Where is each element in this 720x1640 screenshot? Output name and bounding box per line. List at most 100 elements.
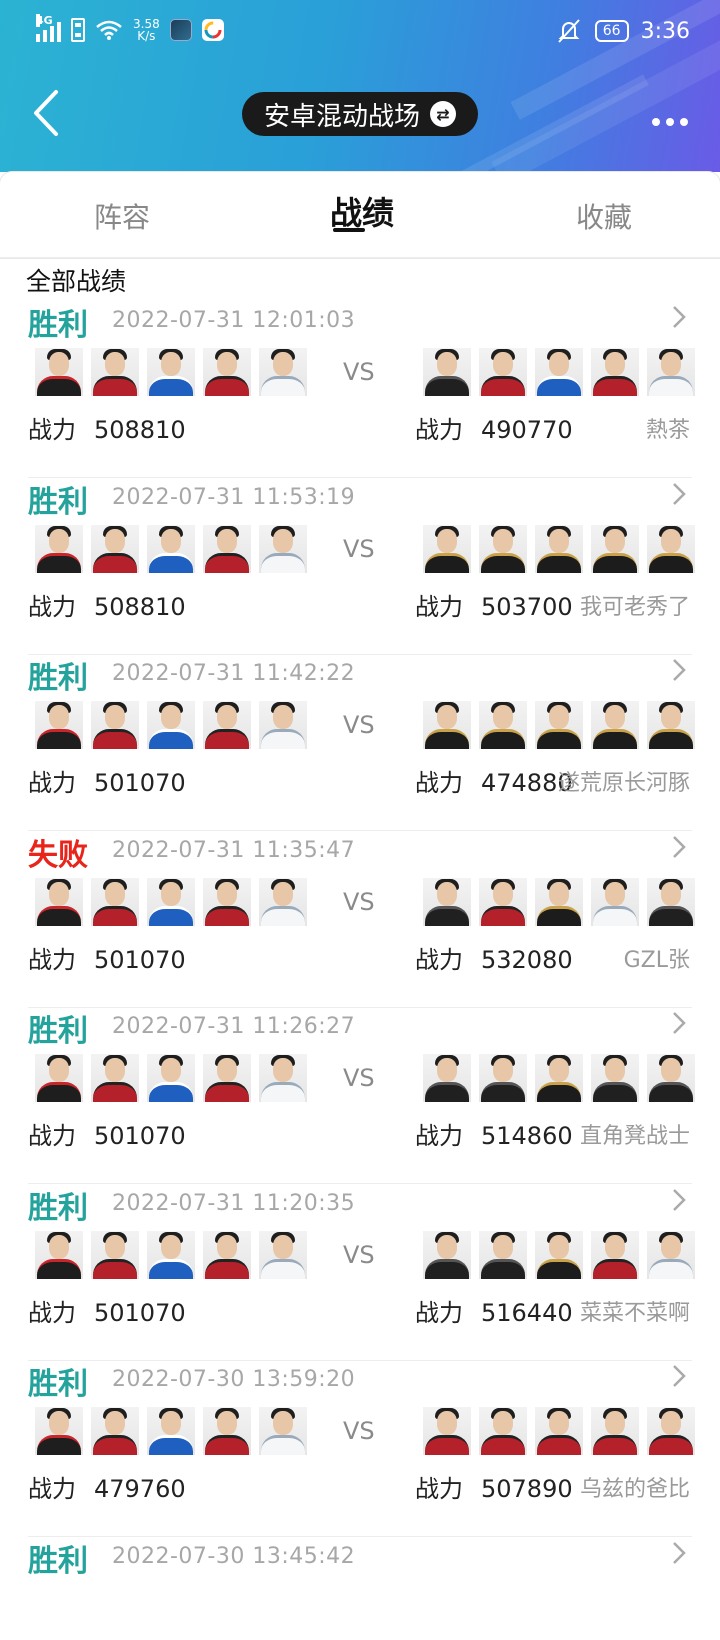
power-label: 战力	[415, 1475, 463, 1503]
player-avatar	[259, 701, 307, 749]
opponent-power: 战力 490770	[415, 410, 573, 445]
my-team-avatars	[35, 1230, 307, 1279]
match-row[interactable]: 胜利 2022-07-31 12:01:03 VS 战力 508810 战力 490770 熱…	[28, 294, 695, 478]
match-row[interactable]: 胜利 2022-07-31 11:42:22 VS 战力 501070 战力 474880 遂…	[28, 647, 695, 831]
player-avatar	[35, 877, 83, 926]
power-value: 508810	[94, 592, 186, 621]
tab-lineup[interactable]: 阵容	[94, 196, 150, 236]
player-avatar	[591, 348, 639, 396]
match-row[interactable]: 胜利 2022-07-31 11:53:19 VS 战力 508810 战力 503700 我…	[28, 471, 695, 655]
my-power: 战力 508810	[28, 410, 186, 445]
tab-favorites[interactable]: 收藏	[576, 196, 632, 236]
my-team-avatars	[35, 701, 307, 749]
status-bar: 4G 3.58 K/s 66 3:36	[36, 14, 690, 58]
player-avatar	[91, 1407, 139, 1455]
player-avatar	[535, 348, 583, 396]
player-avatar	[35, 1407, 83, 1455]
opponent-power: 战力 514860	[415, 1116, 573, 1151]
match-time: 2022-07-31 11:26:27	[112, 1014, 356, 1039]
opponent-player-name: 我可老秀了	[579, 594, 690, 620]
sim-icon	[71, 18, 85, 42]
player-avatar	[147, 1407, 195, 1455]
opponent-power: 战力 516440	[415, 1293, 573, 1328]
player-avatar	[423, 1054, 471, 1102]
opponent-player-name: 熱茶	[645, 418, 690, 443]
match-time: 2022-07-31 11:53:19	[112, 484, 356, 510]
match-row[interactable]: 失败 2022-07-31 11:35:47 VS 战力 501070 战力 532080 G…	[28, 824, 695, 1008]
my-team-avatars	[35, 348, 307, 396]
back-arrow-icon[interactable]	[30, 88, 70, 138]
player-avatar	[535, 1054, 583, 1102]
chevron-right-icon[interactable]	[668, 1361, 692, 1391]
chevron-right-icon[interactable]	[668, 832, 692, 862]
player-avatar	[647, 1054, 695, 1102]
match-row[interactable]: 胜利 2022-07-31 11:26:27 VS 战力 501070 战力 514860 直…	[28, 1000, 695, 1184]
player-avatar	[647, 701, 695, 749]
player-avatar	[423, 877, 471, 926]
power-label: 战力	[415, 1298, 463, 1327]
match-row[interactable]: 胜利 2022-07-30 13:45:42	[28, 1530, 692, 1640]
match-row[interactable]: 胜利 2022-07-31 11:20:35 VS 战力 501070 战力 516440 菜…	[28, 1177, 695, 1361]
power-label: 战力	[415, 769, 463, 797]
vs-label: VS	[343, 1417, 375, 1445]
mode-switcher[interactable]: 安卓混动战场 ⇄	[242, 92, 478, 136]
section-title: 全部战绩	[26, 267, 127, 296]
opponent-player-name: 直角凳战士	[579, 1124, 690, 1149]
my-team-avatars	[35, 1407, 307, 1455]
chevron-right-icon[interactable]	[668, 1185, 692, 1215]
chevron-right-icon[interactable]	[668, 655, 692, 685]
player-avatar	[91, 1230, 139, 1279]
player-avatar	[35, 701, 83, 749]
opponent-player-name: 遂荒原长河豚	[557, 771, 690, 796]
chevron-right-icon[interactable]	[668, 1538, 692, 1568]
clock: 3:36	[640, 18, 690, 44]
player-avatar	[259, 524, 307, 573]
power-label: 战力	[28, 592, 76, 621]
network-speed: 3.58 K/s	[133, 17, 160, 43]
player-avatar	[91, 1054, 139, 1102]
chevron-right-icon[interactable]	[668, 1008, 692, 1038]
chevron-right-icon[interactable]	[668, 302, 692, 332]
player-avatar	[535, 524, 583, 573]
header-bar: 4G 3.58 K/s 66 3:36 安卓混动战场 ⇄	[0, 0, 720, 172]
player-avatar	[535, 701, 583, 749]
player-avatar	[591, 1230, 639, 1279]
opponent-player-name: GZL张	[623, 947, 690, 973]
power-value: 479760	[94, 1475, 186, 1503]
my-power: 战力 501070	[28, 763, 186, 798]
player-avatar	[35, 524, 83, 573]
my-power: 战力 501070	[28, 1293, 186, 1328]
power-label: 战力	[415, 945, 463, 974]
match-time: 2022-07-30 13:59:20	[112, 1367, 356, 1392]
vs-label: VS	[343, 711, 375, 739]
power-value: 501070	[94, 769, 186, 797]
my-power: 战力 501070	[28, 940, 186, 975]
match-result: 胜利	[28, 661, 88, 696]
player-avatar	[423, 348, 471, 396]
player-avatar	[203, 877, 251, 926]
match-result: 胜利	[28, 1543, 88, 1579]
match-row[interactable]: 胜利 2022-07-30 13:59:20 VS 战力 479760 战力 507890 乌…	[28, 1353, 695, 1537]
opponent-power: 战力 532080	[415, 940, 573, 975]
player-avatar	[147, 1230, 195, 1279]
power-value: 501070	[94, 1122, 186, 1150]
power-label: 战力	[28, 1298, 76, 1327]
chevron-right-icon[interactable]	[668, 479, 692, 509]
active-tab-indicator	[333, 228, 365, 232]
player-avatar	[91, 348, 139, 396]
player-avatar	[535, 877, 583, 926]
player-avatar	[479, 701, 527, 749]
power-label: 战力	[28, 416, 76, 444]
more-icon[interactable]	[652, 118, 688, 126]
power-label: 战力	[415, 416, 463, 444]
match-result: 失败	[28, 837, 88, 873]
power-value: 532080	[481, 945, 573, 974]
page-title: 安卓混动战场	[263, 101, 420, 132]
player-avatar	[423, 1407, 471, 1455]
player-avatar	[423, 524, 471, 573]
wifi-icon	[96, 20, 122, 40]
player-avatar	[203, 1054, 251, 1102]
match-result: 胜利	[28, 1367, 88, 1402]
opponent-power: 战力 507890	[415, 1469, 573, 1504]
player-avatar	[535, 1230, 583, 1279]
